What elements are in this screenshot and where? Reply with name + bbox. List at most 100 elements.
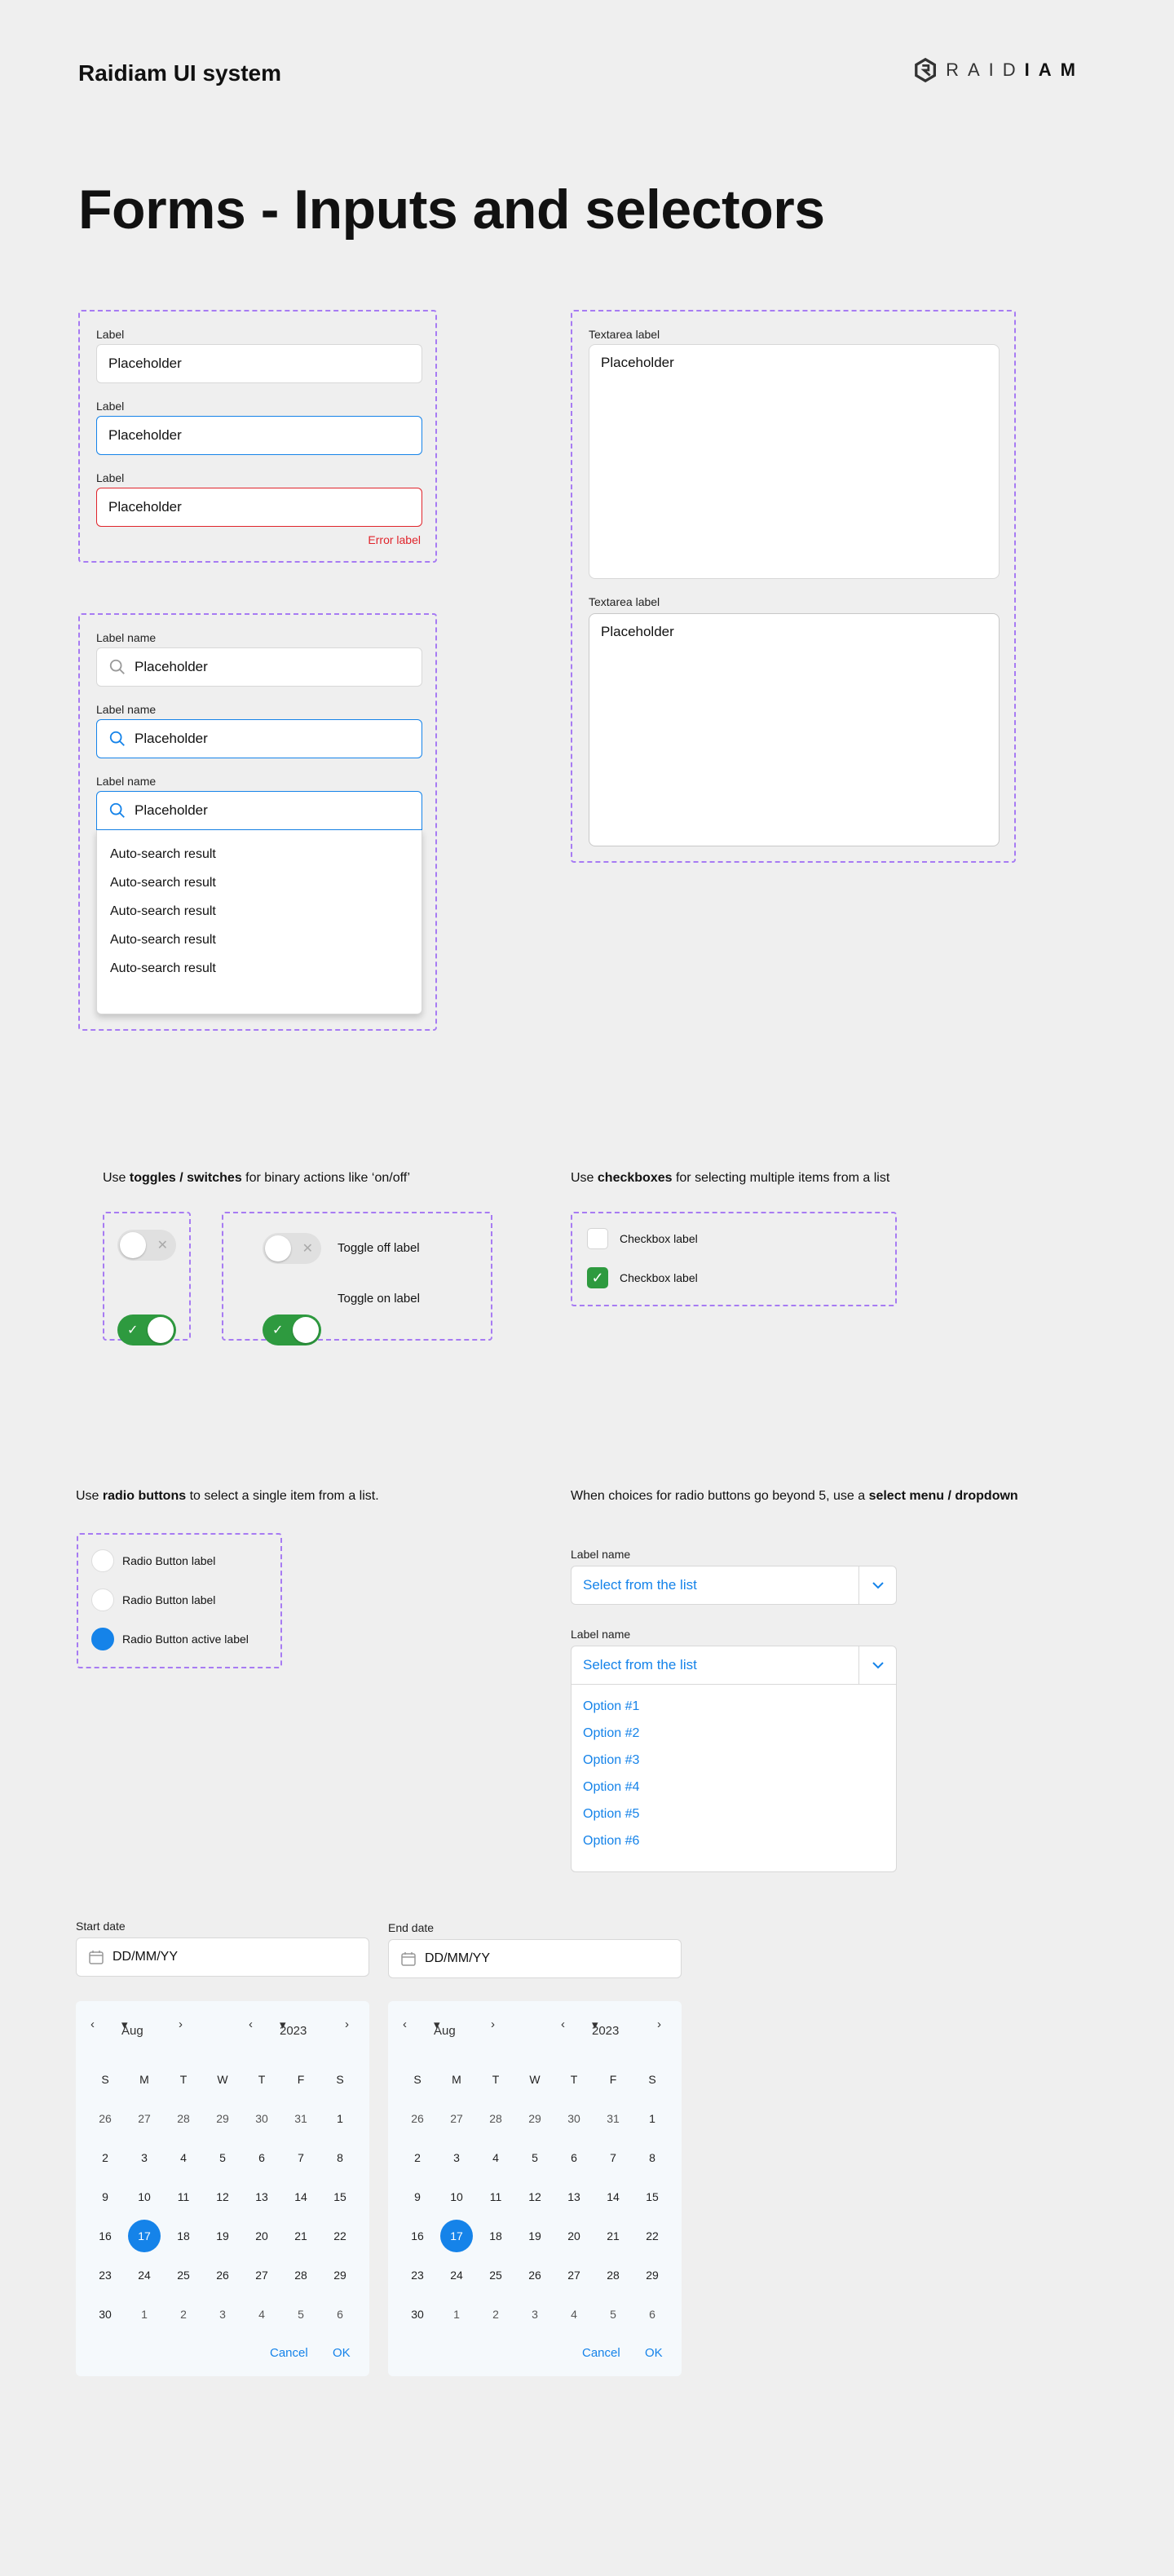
select-option[interactable]: Option #3 <box>572 1747 896 1774</box>
calendar-day[interactable]: 2 <box>398 2138 437 2177</box>
calendar-day[interactable]: 27 <box>554 2256 594 2295</box>
select-closed[interactable]: Select from the list <box>571 1566 897 1605</box>
calendar-day[interactable]: 19 <box>515 2216 554 2256</box>
calendar-day-outside[interactable]: 27 <box>125 2099 164 2138</box>
calendar-day-outside[interactable]: 28 <box>476 2099 515 2138</box>
select-option[interactable]: Option #1 <box>572 1693 896 1720</box>
calendar-day-outside[interactable]: 29 <box>203 2099 242 2138</box>
calendar-day[interactable]: 4 <box>164 2138 203 2177</box>
select-option[interactable]: Option #5 <box>572 1801 896 1827</box>
calendar-day-outside[interactable]: 2 <box>164 2295 203 2334</box>
calendar-day[interactable]: 26 <box>203 2256 242 2295</box>
calendar-day[interactable]: 2 <box>86 2138 125 2177</box>
toggle-on[interactable]: ✓ <box>117 1315 176 1345</box>
calendar-day[interactable]: 16 <box>86 2216 125 2256</box>
ok-button[interactable]: OK <box>645 2346 663 2360</box>
text-input-error[interactable]: Placeholder <box>96 488 422 527</box>
calendar-day-outside[interactable]: 30 <box>242 2099 281 2138</box>
calendar-day[interactable]: 1 <box>320 2099 360 2138</box>
calendar-day[interactable]: 10 <box>437 2177 476 2216</box>
calendar-day-outside[interactable]: 6 <box>633 2295 672 2334</box>
calendar-day[interactable]: 23 <box>398 2256 437 2295</box>
calendar-day[interactable]: 22 <box>320 2216 360 2256</box>
calendar-day[interactable]: 22 <box>633 2216 672 2256</box>
calendar-day-outside[interactable]: 2 <box>476 2295 515 2334</box>
toggle-on[interactable]: ✓ <box>263 1315 321 1345</box>
calendar-day[interactable]: 3 <box>125 2138 164 2177</box>
calendar-day-outside[interactable]: 4 <box>242 2295 281 2334</box>
calendar-day-outside[interactable]: 27 <box>437 2099 476 2138</box>
calendar-day[interactable]: 21 <box>281 2216 320 2256</box>
checkbox-unchecked[interactable] <box>587 1228 608 1249</box>
calendar-day[interactable]: 30 <box>86 2295 125 2334</box>
textarea-default[interactable]: Placeholder <box>589 344 1000 579</box>
select-option[interactable]: Option #2 <box>572 1720 896 1747</box>
calendar-day[interactable]: 1 <box>633 2099 672 2138</box>
prev-month-icon[interactable]: ‹ <box>403 2017 407 2031</box>
search-result-item[interactable]: Auto-search result <box>97 840 421 868</box>
calendar-day[interactable]: 21 <box>594 2216 633 2256</box>
calendar-day[interactable]: 29 <box>320 2256 360 2295</box>
checkbox-row[interactable]: ✓ Checkbox label <box>587 1267 698 1288</box>
prev-year-icon[interactable]: ‹ <box>561 2017 565 2031</box>
calendar-day[interactable]: 15 <box>633 2177 672 2216</box>
cancel-button[interactable]: Cancel <box>582 2346 620 2360</box>
start-date-input[interactable]: DD/MM/YY <box>76 1938 369 1977</box>
calendar-day[interactable]: 17 <box>125 2216 164 2256</box>
calendar-day-outside[interactable]: 1 <box>437 2295 476 2334</box>
calendar-day[interactable]: 14 <box>594 2177 633 2216</box>
calendar-day[interactable]: 14 <box>281 2177 320 2216</box>
radio-button[interactable] <box>91 1588 114 1611</box>
calendar-day-outside[interactable]: 26 <box>398 2099 437 2138</box>
select-option[interactable]: Option #4 <box>572 1774 896 1801</box>
calendar-day[interactable]: 28 <box>281 2256 320 2295</box>
calendar-day[interactable]: 18 <box>164 2216 203 2256</box>
search-result-item[interactable]: Auto-search result <box>97 926 421 954</box>
calendar-day-outside[interactable]: 1 <box>125 2295 164 2334</box>
calendar-day[interactable]: 25 <box>476 2256 515 2295</box>
chevron-down-icon[interactable] <box>858 1646 896 1684</box>
calendar-day-outside[interactable]: 5 <box>594 2295 633 2334</box>
calendar-day[interactable]: 25 <box>164 2256 203 2295</box>
calendar-day-outside[interactable]: 30 <box>554 2099 594 2138</box>
toggle-off[interactable]: ✕ <box>117 1230 176 1261</box>
search-input-open[interactable]: Placeholder <box>96 791 422 830</box>
calendar-day[interactable]: 6 <box>242 2138 281 2177</box>
radio-button-active[interactable] <box>91 1628 114 1650</box>
next-month-icon[interactable]: › <box>491 2017 495 2031</box>
toggle-off[interactable]: ✕ <box>263 1233 321 1264</box>
calendar-day[interactable]: 4 <box>476 2138 515 2177</box>
checkbox-checked[interactable]: ✓ <box>587 1267 608 1288</box>
calendar-day[interactable]: 3 <box>437 2138 476 2177</box>
year-select[interactable]: 2023 ▾ <box>592 2017 619 2038</box>
prev-month-icon[interactable]: ‹ <box>90 2017 95 2031</box>
next-year-icon[interactable]: › <box>345 2017 349 2031</box>
search-result-item[interactable]: Auto-search result <box>97 868 421 897</box>
calendar-day[interactable]: 28 <box>594 2256 633 2295</box>
calendar-day[interactable]: 19 <box>203 2216 242 2256</box>
calendar-day[interactable]: 29 <box>633 2256 672 2295</box>
cancel-button[interactable]: Cancel <box>270 2346 308 2360</box>
select-open[interactable]: Select from the list <box>571 1646 897 1685</box>
calendar-day[interactable]: 20 <box>554 2216 594 2256</box>
checkbox-row[interactable]: Checkbox label <box>587 1228 698 1249</box>
calendar-day[interactable]: 6 <box>554 2138 594 2177</box>
search-result-item[interactable]: Auto-search result <box>97 954 421 983</box>
text-input-default[interactable]: Placeholder <box>96 344 422 383</box>
calendar-day[interactable]: 13 <box>554 2177 594 2216</box>
search-result-item[interactable]: Auto-search result <box>97 897 421 926</box>
calendar-day[interactable]: 16 <box>398 2216 437 2256</box>
calendar-day[interactable]: 30 <box>398 2295 437 2334</box>
calendar-day[interactable]: 24 <box>125 2256 164 2295</box>
radio-row[interactable]: Radio Button label <box>91 1549 215 1572</box>
calendar-day-outside[interactable]: 29 <box>515 2099 554 2138</box>
calendar-day[interactable]: 24 <box>437 2256 476 2295</box>
end-date-input[interactable]: DD/MM/YY <box>388 1939 682 1978</box>
next-month-icon[interactable]: › <box>179 2017 183 2031</box>
prev-year-icon[interactable]: ‹ <box>249 2017 253 2031</box>
calendar-day[interactable]: 8 <box>320 2138 360 2177</box>
month-select[interactable]: Aug ▾ <box>121 2017 143 2038</box>
calendar-day-outside[interactable]: 3 <box>515 2295 554 2334</box>
month-select[interactable]: Aug ▾ <box>434 2017 456 2038</box>
calendar-day[interactable]: 18 <box>476 2216 515 2256</box>
